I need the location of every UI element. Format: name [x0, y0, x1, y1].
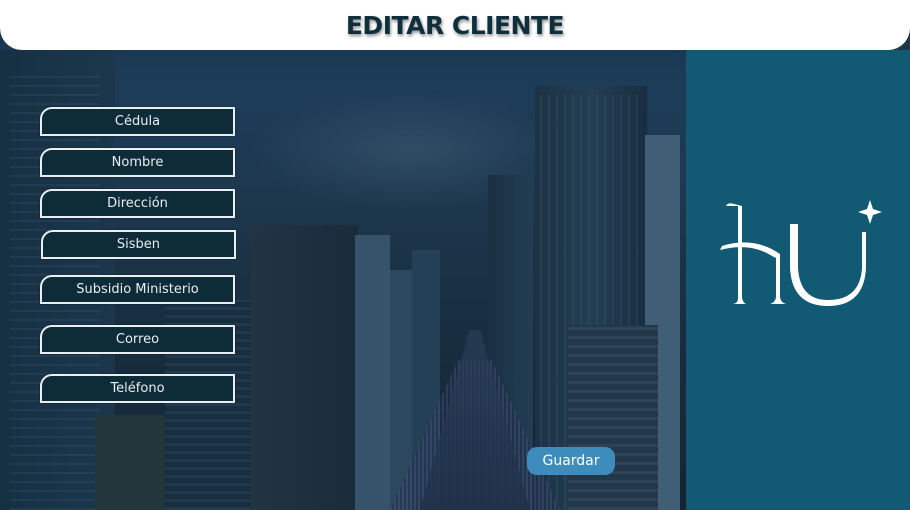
page-header: EDITAR CLIENTE [0, 0, 910, 50]
field-telefono[interactable]: Teléfono [40, 374, 235, 403]
field-label: Nombre [111, 155, 164, 170]
field-correo[interactable]: Correo [40, 325, 235, 354]
field-label: Subsidio Ministerio [76, 282, 199, 297]
field-label: Correo [115, 332, 160, 347]
save-button[interactable]: Guardar [527, 447, 615, 475]
field-subsidio-ministerio[interactable]: Subsidio Ministerio [40, 275, 235, 304]
field-label: Sisben [116, 237, 161, 252]
field-direccion[interactable]: Dirección [40, 189, 235, 218]
field-sisben[interactable]: Sisben [41, 230, 236, 259]
page-title: EDITAR CLIENTE [345, 10, 565, 40]
field-label: Teléfono [110, 381, 165, 396]
field-label: Dirección [107, 196, 168, 211]
hu-monogram-logo [720, 200, 882, 306]
brand-panel [686, 50, 910, 510]
field-label: Cédula [114, 114, 161, 129]
field-nombre[interactable]: Nombre [40, 148, 235, 177]
field-cedula[interactable]: Cédula [40, 107, 235, 136]
